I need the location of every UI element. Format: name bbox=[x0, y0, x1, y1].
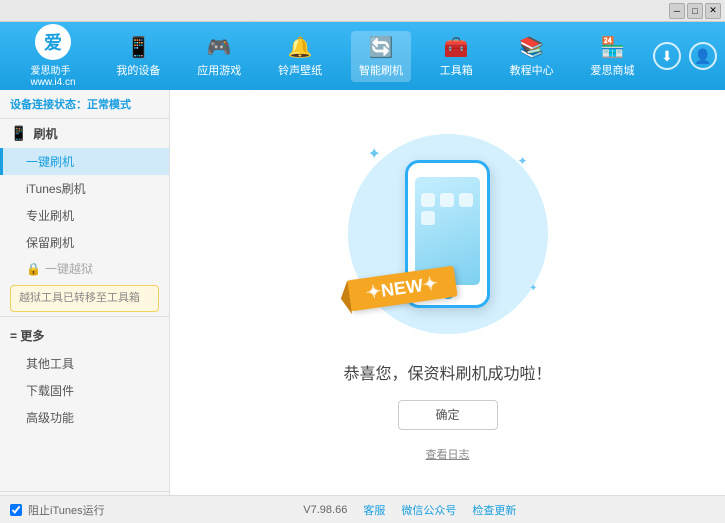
bottom-left: 阻止iTunes运行 bbox=[10, 502, 105, 518]
nav-ringtones[interactable]: 🔔 铃声壁纸 bbox=[270, 31, 330, 82]
maximize-btn[interactable]: □ bbox=[687, 3, 703, 19]
top-nav: 爱 爱思助手 www.i4.cn 📱 我的设备 🎮 应用游戏 🔔 铃声壁纸 🔄 … bbox=[0, 22, 725, 90]
sparkle-2: ✦ bbox=[517, 154, 527, 168]
minimize-btn[interactable]: ─ bbox=[669, 3, 685, 19]
user-btn[interactable]: 👤 bbox=[689, 42, 717, 70]
block-itunes-label: 阻止iTunes运行 bbox=[28, 502, 105, 518]
bottom-bar: 阻止iTunes运行 V7.98.66 客服 微信公众号 检查更新 bbox=[0, 495, 725, 523]
main-layout: 设备连接状态：正常模式 📱 刷机 一键刷机 iTunes刷机 专业刷机 保留刷机… bbox=[0, 90, 725, 495]
content-area: ✦NEW✦ ✦ ✦ ✦ 恭喜您，保资料刷机成功啦！ 确定 查看日志 bbox=[170, 90, 725, 495]
device-status: 设备连接状态：正常模式 bbox=[0, 90, 169, 119]
my-device-icon: 📱 bbox=[126, 35, 151, 60]
download-btn[interactable]: ⬇ bbox=[653, 42, 681, 70]
sidebar-advanced[interactable]: 高级功能 bbox=[0, 404, 169, 431]
sparkle-1: ✦ bbox=[368, 144, 381, 164]
nav-toolbox[interactable]: 🧰 工具箱 bbox=[432, 31, 481, 82]
sidebar-jailbreak-disabled: 🔒 一键越狱 bbox=[0, 256, 169, 281]
view-log-link[interactable]: 查看日志 bbox=[426, 446, 470, 462]
sidebar-flash-header: 📱 刷机 bbox=[0, 119, 169, 148]
check-update-link[interactable]: 检查更新 bbox=[472, 502, 516, 518]
lock-icon: 🔒 bbox=[26, 262, 41, 276]
nav-items: 📱 我的设备 🎮 应用游戏 🔔 铃声壁纸 🔄 智能刷机 🧰 工具箱 📚 教程中心… bbox=[98, 31, 653, 82]
sidebar-divider bbox=[0, 316, 169, 317]
sidebar-pro-flash[interactable]: 专业刷机 bbox=[0, 202, 169, 229]
apps-games-icon: 🎮 bbox=[207, 35, 232, 60]
nav-my-device[interactable]: 📱 我的设备 bbox=[108, 31, 168, 82]
screen-icons bbox=[415, 185, 480, 233]
illustration-container: ✦NEW✦ ✦ ✦ ✦ bbox=[338, 124, 558, 344]
sidebar-save-flash[interactable]: 保留刷机 bbox=[0, 229, 169, 256]
logo-icon: 爱 bbox=[35, 24, 71, 60]
flash-section-icon: 📱 bbox=[10, 125, 27, 142]
nav-right: ⬇ 👤 bbox=[653, 42, 717, 70]
sidebar-notice: 越狱工具已转移至工具箱 bbox=[10, 285, 159, 312]
customer-service-link[interactable]: 客服 bbox=[363, 502, 385, 518]
sparkle-3: ✦ bbox=[529, 283, 537, 294]
success-message: 恭喜您，保资料刷机成功啦！ bbox=[343, 360, 551, 384]
success-container: ✦NEW✦ ✦ ✦ ✦ 恭喜您，保资料刷机成功啦！ 确定 查看日志 bbox=[338, 124, 558, 462]
toolbox-icon: 🧰 bbox=[444, 35, 469, 60]
checkbox-area: 自动教送 跳过向导 bbox=[0, 491, 169, 495]
version-label: V7.98.66 bbox=[303, 504, 347, 516]
ringtones-icon: 🔔 bbox=[288, 35, 313, 60]
nav-tutorials[interactable]: 📚 教程中心 bbox=[502, 31, 562, 82]
close-btn[interactable]: ✕ bbox=[705, 3, 721, 19]
confirm-button[interactable]: 确定 bbox=[398, 400, 498, 430]
sidebar-download-firmware[interactable]: 下载固件 bbox=[0, 377, 169, 404]
block-itunes-checkbox[interactable] bbox=[10, 504, 22, 516]
sidebar-itunes-flash[interactable]: iTunes刷机 bbox=[0, 175, 169, 202]
smart-flash-icon: 🔄 bbox=[369, 35, 394, 60]
wechat-link[interactable]: 微信公众号 bbox=[401, 502, 456, 518]
title-bar: ─ □ ✕ bbox=[0, 0, 725, 22]
sidebar-more-header: = 更多 bbox=[0, 321, 169, 350]
sidebar-one-click-flash[interactable]: 一键刷机 bbox=[0, 148, 169, 175]
bottom-center: V7.98.66 客服 微信公众号 检查更新 bbox=[303, 502, 516, 518]
tutorials-icon: 📚 bbox=[519, 35, 544, 60]
sidebar: 设备连接状态：正常模式 📱 刷机 一键刷机 iTunes刷机 专业刷机 保留刷机… bbox=[0, 90, 170, 495]
nav-apps-games[interactable]: 🎮 应用游戏 bbox=[189, 31, 249, 82]
official-store-icon: 🏪 bbox=[600, 35, 625, 60]
nav-official-store[interactable]: 🏪 爱思商城 bbox=[582, 31, 642, 82]
logo-text: 爱思助手 www.i4.cn bbox=[30, 62, 75, 88]
logo: 爱 爱思助手 www.i4.cn bbox=[8, 24, 98, 88]
nav-smart-flash[interactable]: 🔄 智能刷机 bbox=[351, 31, 411, 82]
sidebar-other-tools[interactable]: 其他工具 bbox=[0, 350, 169, 377]
